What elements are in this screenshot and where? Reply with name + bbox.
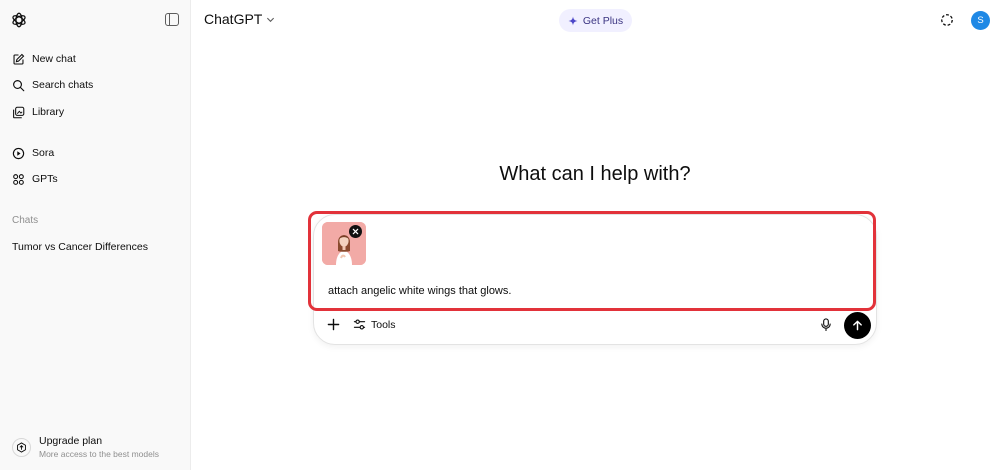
temporary-chat-icon[interactable] [940,13,954,27]
microphone-icon [821,318,831,331]
sparkle-icon [568,16,578,25]
sidebar-item-label: Search chats [32,79,94,91]
sidebar-item-gpts[interactable]: GPTs [8,168,183,190]
play-circle-icon [12,147,25,159]
chevron-down-icon [267,17,275,22]
sidebar-item-new-chat[interactable]: New chat [8,48,183,70]
library-icon [13,106,25,118]
plus-icon [327,318,340,331]
model-label: ChatGPT [204,11,263,27]
arrow-up-icon [853,320,862,331]
sliders-icon [353,319,366,330]
upgrade-plan-button[interactable]: Upgrade plan More access to the best mod… [12,434,182,464]
sidebar-item-label: Library [32,106,65,118]
remove-attachment-button[interactable] [349,225,362,238]
get-plus-label: Get Plus [582,14,624,27]
sidebar-item-label: GPTs [32,173,58,185]
chat-history-item[interactable]: Tumor vs Cancer Differences [8,236,183,258]
composer [313,214,877,345]
openai-logo-icon[interactable] [10,11,28,29]
sidebar-toggle-icon[interactable] [165,13,179,26]
prompt-input[interactable]: attach angelic white wings that glows. [328,283,828,299]
sidebar-item-search-chats[interactable]: Search chats [8,74,183,96]
chats-section-title: Chats [12,215,39,226]
grid-dots-icon [13,173,24,185]
send-button[interactable] [844,312,871,339]
avatar[interactable]: S [971,11,990,30]
sidebar-item-sora[interactable]: Sora [8,142,183,164]
sidebar-item-library[interactable]: Library [8,101,183,123]
page-title: What can I help with? [499,163,691,185]
search-icon [13,79,25,91]
sidebar: New chat Search chats Library Sora GPTs … [0,0,191,470]
add-attachment-button[interactable] [325,316,342,333]
sidebar-item-label: New chat [32,53,76,65]
sidebar-item-label: Sora [32,147,55,159]
tools-label: Tools [371,318,396,331]
model-selector[interactable]: ChatGPT [204,11,275,27]
upgrade-icon [12,438,31,457]
close-icon [352,228,359,235]
tools-button[interactable]: Tools [353,316,396,333]
pencil-square-icon [13,53,25,64]
upgrade-title: Upgrade plan [39,435,103,447]
dictate-button[interactable] [818,316,834,333]
get-plus-button[interactable]: Get Plus [559,9,632,32]
upgrade-subtitle: More access to the best models [39,449,160,459]
chatgpt-app: New chat Search chats Library Sora GPTs … [0,0,1000,470]
